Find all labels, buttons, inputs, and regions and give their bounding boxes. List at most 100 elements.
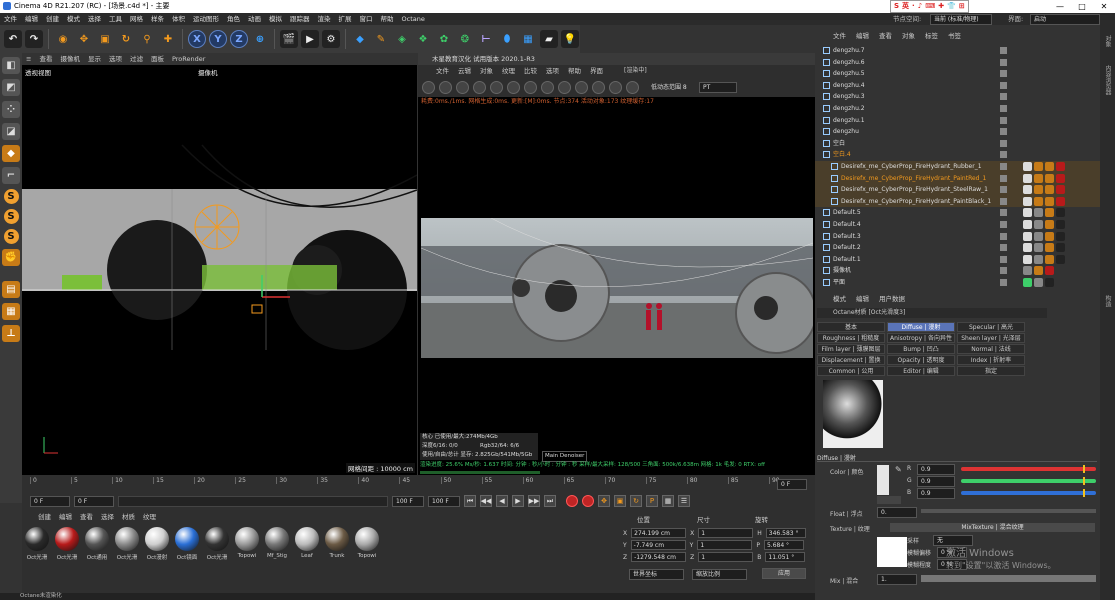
object-row[interactable]: Default.4 (815, 219, 1100, 231)
prev-frame-button[interactable]: ◀ (496, 495, 508, 507)
key-param-icon[interactable]: P (646, 495, 658, 507)
position-field[interactable]: 274.199 cm (631, 528, 687, 538)
texture-mode-icon[interactable]: ◩ (2, 79, 20, 96)
float-field[interactable]: 0. (877, 507, 917, 518)
render-menu-item[interactable]: 纹理 (502, 65, 515, 77)
key-pla-icon[interactable]: ▦ (662, 495, 674, 507)
channel-tab[interactable]: Sheen layer | 光泽层 (957, 333, 1025, 343)
object-row[interactable]: 空白 (815, 138, 1100, 150)
material-menu-item[interactable]: 编辑 (59, 511, 72, 523)
position-field[interactable]: -1279.548 cm (631, 552, 687, 562)
material-tag[interactable] (1023, 162, 1032, 171)
g-channel-slider[interactable] (961, 479, 1096, 483)
grid-icon[interactable]: ▦ (519, 30, 537, 48)
r-channel-slider[interactable] (961, 467, 1096, 471)
object-row[interactable]: Default.3 (815, 231, 1100, 243)
render-menu-item[interactable]: 界面 (590, 65, 603, 77)
tab-structure[interactable]: 构造 (1103, 295, 1112, 307)
object-row[interactable]: Desirefx_me_CyberProp_FireHydrant_PaintR… (815, 172, 1100, 185)
visibility-toggle[interactable] (1000, 81, 1007, 89)
lock-icon[interactable]: ✊ (2, 249, 20, 266)
ime-item[interactable]: ⌨ (925, 1, 935, 12)
material-tag[interactable] (1045, 220, 1054, 229)
material-swatch[interactable]: Topowi (354, 527, 380, 579)
material-swatch[interactable]: Topowi (234, 527, 260, 579)
material-menu-item[interactable]: 材质 (122, 511, 135, 523)
channel-tab[interactable]: 基本 (817, 322, 885, 332)
material-swatch[interactable]: Oct漫射 (144, 527, 170, 579)
viewport-menu-item[interactable]: ProRender (172, 53, 205, 65)
close-button[interactable]: ✕ (1093, 0, 1115, 13)
b-channel-field[interactable]: 0.9 (917, 488, 955, 499)
material-tag[interactable] (1023, 278, 1032, 287)
menu-item[interactable]: 窗口 (360, 13, 373, 25)
y-axis-icon[interactable]: Y (209, 30, 227, 48)
ime-item[interactable]: ⊞ (959, 1, 965, 12)
viewport-menu-item[interactable]: 面板 (151, 53, 164, 65)
viewport-menu-item[interactable]: 选项 (109, 53, 122, 65)
material-menu-item[interactable]: 查看 (80, 511, 93, 523)
menu-item[interactable]: 工具 (109, 13, 122, 25)
timeline-menu-icon[interactable]: ☰ (678, 495, 690, 507)
render-icon[interactable]: ▶ (301, 30, 319, 48)
channel-tab[interactable]: Editor | 编辑 (887, 366, 955, 376)
coords-icon[interactable]: ⊕ (251, 30, 269, 48)
material-tag[interactable] (1056, 162, 1065, 171)
restart-icon[interactable] (439, 80, 452, 94)
redo-icon[interactable]: ↷ (25, 30, 43, 48)
snap-icon[interactable]: S (3, 189, 19, 204)
object-row[interactable]: dengzhu.6 (815, 57, 1100, 69)
attribute-menu-item[interactable]: 编辑 (856, 292, 869, 306)
axis-icon[interactable]: ⊥ (2, 325, 20, 342)
material-tag[interactable] (1034, 220, 1043, 229)
material-tag[interactable] (1056, 196, 1065, 206)
visibility-toggle[interactable] (1000, 221, 1007, 228)
channel-tab[interactable]: Displacement | 置换 (817, 355, 885, 365)
viewport-menu-icon[interactable]: ≡ (26, 53, 31, 65)
r-channel-handle[interactable] (1082, 465, 1085, 473)
object-menu-item[interactable]: 对象 (902, 29, 915, 43)
max-frame-field[interactable]: 100 F (428, 495, 460, 507)
frame-ruler[interactable]: 0 5 10 15 20 25 30 35 40 45 50 55 60 65 70 75 80 85 90 (30, 477, 810, 489)
material-tag[interactable] (1045, 162, 1054, 171)
render-menu-item[interactable]: 帮助 (568, 65, 581, 77)
frame-readout[interactable]: 0 F (777, 479, 807, 490)
material-tag[interactable] (1056, 173, 1065, 183)
visibility-toggle[interactable] (1000, 47, 1007, 54)
visibility-toggle[interactable] (1000, 197, 1007, 205)
visibility-toggle[interactable] (1000, 267, 1007, 275)
r-channel-field[interactable]: 0.9 (917, 464, 955, 475)
save-icon[interactable] (609, 80, 622, 94)
key-pos-icon[interactable]: ✥ (598, 495, 610, 507)
minimize-button[interactable]: — (1049, 0, 1071, 13)
channel-tab[interactable]: Bump | 凹凸 (887, 344, 955, 354)
menu-item[interactable]: 网格 (130, 13, 143, 25)
channel-tab[interactable]: Common | 公用 (817, 366, 885, 376)
edges-mode-icon[interactable]: ◪ (2, 123, 20, 140)
light-icon[interactable]: 💡 (561, 30, 579, 48)
menu-item[interactable]: 角色 (227, 13, 240, 25)
menu-item[interactable]: 创建 (46, 13, 59, 25)
object-row[interactable]: dengzhu (815, 126, 1100, 138)
ime-item[interactable]: 英 (902, 1, 909, 12)
settings-icon[interactable] (507, 80, 520, 94)
visibility-toggle[interactable] (1000, 105, 1007, 112)
object-menu-item[interactable]: 标签 (925, 29, 938, 43)
object-row[interactable]: dengzhu.4 (815, 80, 1100, 92)
compare-icon[interactable] (626, 80, 639, 94)
menu-item[interactable]: 帮助 (381, 13, 394, 25)
object-row[interactable]: dengzhu.1 (815, 115, 1100, 127)
material-tag[interactable] (1045, 208, 1054, 218)
next-key-button[interactable]: ▶▶ (528, 495, 540, 507)
object-row[interactable]: Desirefx_me_CyberProp_FireHydrant_Rubber… (815, 161, 1100, 173)
material-tag[interactable] (1056, 185, 1065, 195)
clay-icon[interactable] (558, 80, 571, 94)
focus-icon[interactable] (592, 80, 605, 94)
viewport-menu-item[interactable]: 摄像机 (60, 53, 80, 65)
material-menu-item[interactable]: 纹理 (143, 511, 156, 523)
interface-select[interactable]: 启动 (1030, 14, 1100, 25)
material-tag[interactable] (1045, 243, 1054, 253)
material-tag[interactable] (1056, 220, 1065, 229)
material-tag[interactable] (1045, 185, 1054, 195)
eyedropper-icon[interactable]: ✎ (895, 465, 905, 475)
